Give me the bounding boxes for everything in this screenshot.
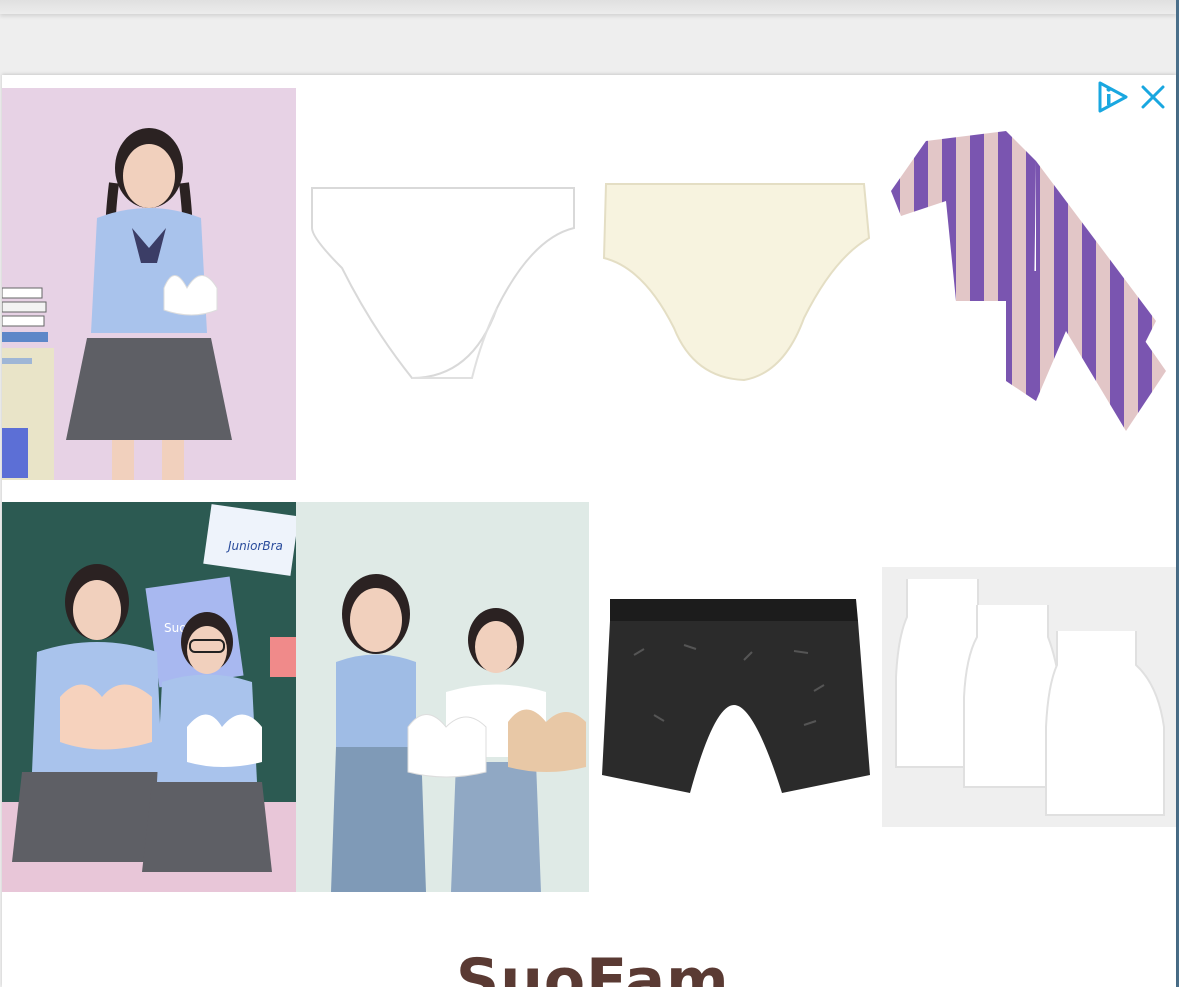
black-boxer-briefs-icon — [602, 599, 870, 793]
girls-holding-bras-photo — [331, 574, 586, 892]
girl-holding-bra-photo — [2, 128, 232, 480]
page: JuniorBra SuoFam — [0, 0, 1179, 987]
product-tile-white-camisoles[interactable] — [882, 567, 1176, 827]
classroom-girls-bras-photo: JuniorBra SuoFam — [2, 504, 296, 892]
white-camisoles-icon — [895, 579, 1165, 816]
ivory-briefs-icon — [602, 183, 871, 382]
brand-logo[interactable]: SuoFam — [452, 943, 752, 987]
white-briefs-icon — [311, 187, 575, 380]
product-tile-girls-holding-bras[interactable] — [296, 502, 589, 892]
product-tile-ivory-briefs[interactable] — [594, 88, 878, 480]
top-toolbar — [0, 0, 1176, 14]
product-tile-purple-pajamas[interactable] — [886, 121, 1170, 431]
product-tile-classroom-girls[interactable]: JuniorBra SuoFam — [2, 502, 296, 892]
product-tile-girl-holding-bra[interactable] — [2, 88, 296, 480]
brand-logo-text: SuoFam — [456, 946, 730, 987]
close-icon[interactable] — [1138, 82, 1168, 112]
junior-bra-sign-text: JuniorBra — [226, 539, 283, 553]
ad-controls — [1094, 79, 1168, 115]
product-tile-white-briefs[interactable] — [302, 88, 586, 480]
advertisement-card[interactable]: JuniorBra SuoFam — [2, 75, 1176, 987]
adchoices-icon[interactable] — [1094, 79, 1130, 115]
purple-striped-pajamas-icon — [891, 131, 1166, 431]
product-tile-black-boxers[interactable] — [594, 585, 878, 805]
